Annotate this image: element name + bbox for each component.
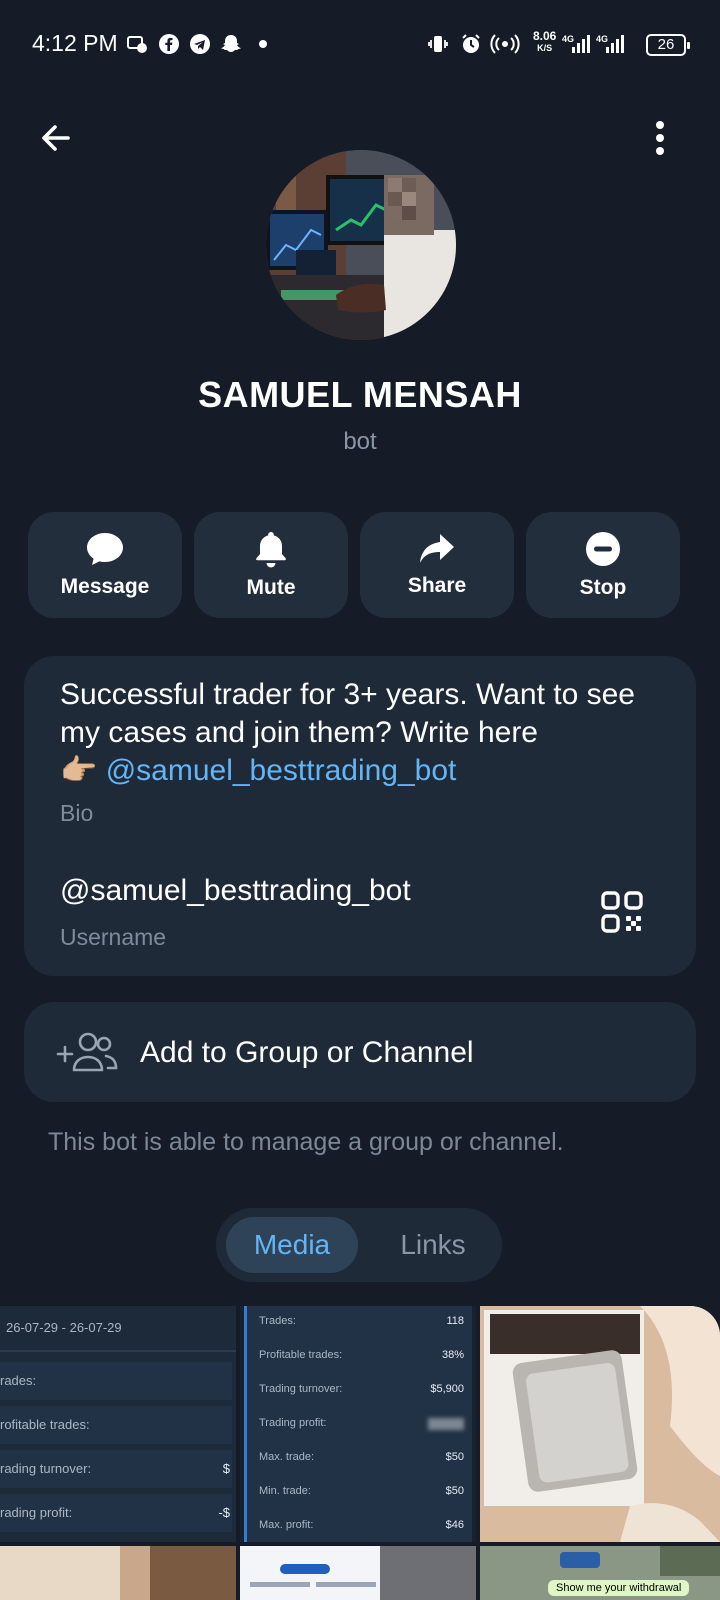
mute-button[interactable]: Mute <box>194 512 348 618</box>
stat-row: Trading turnover: $5,900 <box>244 1374 472 1408</box>
net-speed: 8.06 K/S <box>533 30 556 54</box>
qr-code-button[interactable] <box>600 890 644 934</box>
add-users-icon <box>56 1030 118 1074</box>
profile-name: SAMUEL MENSAH <box>198 374 522 415</box>
media-item[interactable]: 26-07-29 - 26-07-29 rades: rofitable tra… <box>0 1306 236 1542</box>
stat-label: rading profit: <box>0 1505 73 1520</box>
photo-thumbnail <box>240 1546 476 1600</box>
photo-thumbnail <box>0 1546 236 1600</box>
net-speed-unit: K/S <box>537 43 553 53</box>
bio-body: Successful trader for 3+ years. Want to … <box>60 678 635 749</box>
stat-row: rades: <box>0 1362 232 1400</box>
profile-status: bot <box>343 428 377 455</box>
share-button[interactable]: Share <box>360 512 514 618</box>
photo-thumbnail <box>480 1306 720 1542</box>
stat-value: -$ <box>218 1505 230 1520</box>
more-vertical-icon <box>656 121 664 155</box>
telegram-icon <box>189 33 211 55</box>
stop-button[interactable]: Stop <box>526 512 680 618</box>
stat-row: Max. profit: $46 <box>244 1510 472 1542</box>
stat-value: $46 <box>445 1519 464 1531</box>
status-time: 4:12 PM <box>32 30 118 56</box>
stat-row: Min. trade: $50 <box>244 1476 472 1510</box>
stat-row: Max. trade: $50 <box>244 1442 472 1476</box>
battery-icon: 26 <box>646 34 690 56</box>
bio-username-link[interactable]: @samuel_besttrading_bot <box>106 754 457 787</box>
chat-bubble-icon <box>87 533 123 565</box>
stat-row: Trading profit: <box>244 1408 472 1442</box>
media-item[interactable]: Show me your withdrawal <box>480 1546 720 1600</box>
net-speed-value: 8.06 <box>533 29 557 43</box>
stat-label: Trading profit: <box>259 1417 327 1429</box>
alarm-icon <box>460 33 482 55</box>
stop-icon <box>586 532 620 566</box>
status-bar: 4:12 PM 8.06 K/S 4G 4G 26 <box>0 0 720 90</box>
tab-links[interactable]: Links <box>374 1217 492 1273</box>
stat-row: rading profit: -$ <box>0 1494 232 1532</box>
stat-row: Profitable trades: 38% <box>244 1340 472 1374</box>
dot-icon <box>252 33 274 55</box>
facebook-icon <box>158 33 180 55</box>
stat-value: $ <box>222 1461 230 1476</box>
stat-row: rading turnover: $ <box>0 1450 232 1488</box>
media-item[interactable] <box>240 1546 476 1600</box>
media-item[interactable] <box>0 1546 236 1600</box>
message-button[interactable]: Message <box>28 512 182 618</box>
media-item[interactable] <box>480 1306 720 1542</box>
stat-label: Max. trade: <box>259 1451 315 1463</box>
more-button[interactable] <box>640 112 680 164</box>
stat-label: Profitable trades: <box>259 1349 343 1361</box>
stat-row: Trades: 118 <box>244 1306 472 1340</box>
stat-value: $50 <box>445 1485 464 1497</box>
avatar-photo <box>266 150 456 340</box>
stat-label: rades: <box>0 1373 37 1388</box>
pointing-hand-emoji: 👉🏼 <box>60 754 98 787</box>
media-item[interactable]: Trades: 118 Profitable trades: 38% Trading… <box>240 1306 476 1542</box>
svg-text:4G: 4G <box>596 34 608 44</box>
stat-label: Trading turnover: <box>259 1383 343 1395</box>
snapchat-icon <box>220 33 242 55</box>
vibrate-icon <box>427 33 449 55</box>
mute-label: Mute <box>246 576 296 599</box>
arrow-left-icon <box>42 125 70 151</box>
stat-label: rofitable trades: <box>0 1417 90 1432</box>
stat-label: Max. profit: <box>259 1519 314 1531</box>
share-icon <box>420 534 454 563</box>
stat-label: Trades: <box>259 1315 296 1327</box>
share-label: Share <box>407 574 467 597</box>
bell-icon <box>256 532 286 568</box>
stop-label: Stop <box>579 576 627 599</box>
add-to-group-label: Add to Group or Channel <box>140 1036 474 1069</box>
stat-row: rofitable trades: <box>0 1406 232 1444</box>
stat-label: Min. trade: <box>259 1485 311 1497</box>
hotspot-icon <box>490 33 520 55</box>
qr-code-icon <box>601 891 643 933</box>
chat-bubble-text: Show me your withdrawal <box>548 1580 690 1596</box>
username-value[interactable]: @samuel_besttrading_bot <box>60 874 411 908</box>
stat-value: 38% <box>441 1349 464 1361</box>
back-button[interactable] <box>30 112 82 164</box>
bot-manage-hint: This bot is able to manage a group or ch… <box>48 1128 564 1156</box>
avatar[interactable] <box>266 150 456 340</box>
bio-text: Successful trader for 3+ years. Want to … <box>60 676 660 790</box>
message-label: Message <box>60 575 150 598</box>
stat-value: 118 <box>446 1315 464 1327</box>
stat-label: rading turnover: <box>0 1461 92 1476</box>
username-label: Username <box>60 924 167 950</box>
svg-text:4G: 4G <box>562 34 574 44</box>
stat-value: $50 <box>445 1451 464 1463</box>
stat-value: $5,900 <box>430 1383 464 1395</box>
message-icon <box>126 33 148 55</box>
tab-media[interactable]: Media <box>226 1217 358 1273</box>
signal-4g-icon: 4G <box>596 33 626 55</box>
bio-label: Bio <box>60 800 94 826</box>
signal-4g-icon: 4G <box>562 33 590 55</box>
